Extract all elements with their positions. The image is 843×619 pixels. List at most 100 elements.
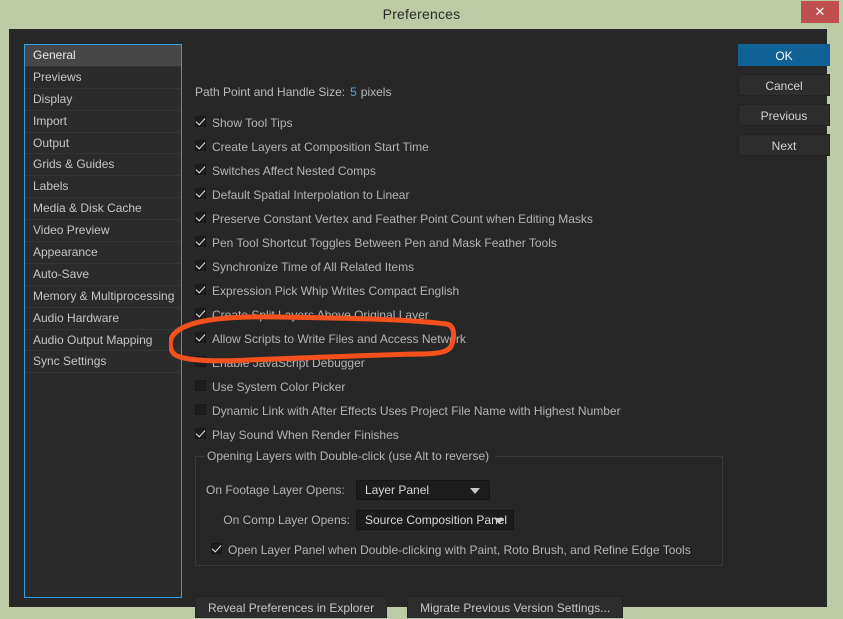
checkbox-row[interactable]: Create Split Layers Above Original Layer xyxy=(192,306,728,330)
sidebar-item-label: General xyxy=(33,48,76,62)
path-size-label: Path Point and Handle Size: xyxy=(195,85,346,99)
cancel-button[interactable]: Cancel xyxy=(738,74,830,96)
sidebar-item-output[interactable]: Output xyxy=(25,133,181,155)
sidebar-item-display[interactable]: Display xyxy=(25,89,181,111)
sidebar-item-labels[interactable]: Labels xyxy=(25,176,181,199)
checkbox-use-system-color-picker[interactable] xyxy=(195,380,206,392)
checkbox-row[interactable]: Allow Scripts to Write Files and Access … xyxy=(192,330,728,354)
checkbox-label: Use System Color Picker xyxy=(212,379,346,394)
sidebar-item-media-disk-cache[interactable]: Media & Disk Cache xyxy=(25,198,181,221)
checkbox-row[interactable]: Preserve Constant Vertex and Feather Poi… xyxy=(192,210,728,234)
checkbox-synchronize-time-of-all-related-items[interactable] xyxy=(195,260,206,272)
open-layer-panel-row[interactable]: Open Layer Panel when Double-clicking wi… xyxy=(208,541,691,559)
checkbox-switches-affect-nested-comps[interactable] xyxy=(195,164,206,176)
on-footage-layer-dropdown[interactable]: Layer Panel xyxy=(356,480,490,500)
checkbox-row[interactable]: Enable JavaScript Debugger xyxy=(192,354,728,378)
checkbox-label: Create Split Layers Above Original Layer xyxy=(212,307,429,322)
sidebar-item-memory-multiprocessing[interactable]: Memory & Multiprocessing xyxy=(25,286,181,308)
sidebar-item-sync-settings[interactable]: Sync Settings xyxy=(25,351,181,374)
checkbox-row[interactable]: Synchronize Time of All Related Items xyxy=(192,258,728,282)
dialog-buttons: OK Cancel Previous Next xyxy=(738,44,830,164)
checkbox-label: Expression Pick Whip Writes Compact Engl… xyxy=(212,283,460,298)
checkbox-pen-tool-shortcut-toggles-between-pen-and-mask-feather-tools[interactable] xyxy=(195,236,206,248)
opening-layers-group: Opening Layers with Double-click (use Al… xyxy=(195,449,723,566)
open-layer-panel-checkbox[interactable] xyxy=(211,543,222,555)
checkbox-row[interactable]: Default Spatial Interpolation to Linear xyxy=(192,186,728,210)
chevron-down-icon xyxy=(494,518,504,524)
sidebar-item-audio-output-mapping[interactable]: Audio Output Mapping xyxy=(25,330,181,352)
button-migrate-previous-version-settings[interactable]: Migrate Previous Version Settings... xyxy=(407,596,624,618)
button-reveal-preferences-in-explorer[interactable]: Reveal Preferences in Explorer xyxy=(195,596,388,618)
on-footage-layer-row: On Footage Layer Opens: Layer Panel xyxy=(206,480,490,500)
title-bar: Preferences ✕ xyxy=(0,0,843,29)
checkbox-label: Allow Scripts to Write Files and Access … xyxy=(212,331,466,346)
opening-layers-legend: Opening Layers with Double-click (use Al… xyxy=(204,449,496,463)
next-button[interactable]: Next xyxy=(738,134,830,156)
checkbox-label: Synchronize Time of All Related Items xyxy=(212,259,415,274)
checkbox-row[interactable]: Expression Pick Whip Writes Compact Engl… xyxy=(192,282,728,306)
checkbox-allow-scripts-to-write-files-and-access-network[interactable] xyxy=(195,332,206,344)
checkbox-row[interactable]: Pen Tool Shortcut Toggles Between Pen an… xyxy=(192,234,728,258)
sidebar-item-label: Import xyxy=(33,113,68,128)
sidebar-item-label: Sync Settings xyxy=(33,354,107,369)
path-size-unit: pixels xyxy=(360,85,392,99)
sidebar-item-label: Video Preview xyxy=(33,223,110,238)
on-comp-layer-dropdown[interactable]: Source Composition Panel xyxy=(356,510,514,530)
on-comp-layer-row: On Comp Layer Opens: Source Composition P… xyxy=(206,510,514,530)
path-size-value[interactable]: 5 xyxy=(350,85,357,99)
path-point-handle-size-row: Path Point and Handle Size: 5 pixels xyxy=(195,85,391,99)
checkbox-row[interactable]: Dynamic Link with After Effects Uses Pro… xyxy=(192,402,728,426)
checkbox-show-tool-tips[interactable] xyxy=(195,116,206,128)
checkbox-row[interactable]: Switches Affect Nested Comps xyxy=(192,162,728,186)
sidebar-item-grids-guides[interactable]: Grids & Guides xyxy=(25,154,181,177)
checkbox-expression-pick-whip-writes-compact-english[interactable] xyxy=(195,284,206,296)
on-footage-layer-label: On Footage Layer Opens: xyxy=(206,483,345,497)
checkbox-dynamic-link-with-after-effects-uses-project-file-name-with-highest-number[interactable] xyxy=(195,404,206,416)
preferences-dialog-window: Preferences ✕ General Previews Display Impo… xyxy=(0,0,843,619)
sidebar-item-label: Media & Disk Cache xyxy=(33,201,142,216)
close-icon[interactable]: ✕ xyxy=(801,1,839,23)
window-title: Preferences xyxy=(382,6,461,22)
checkbox-enable-javascript-debugger[interactable] xyxy=(195,356,206,368)
checkbox-label: Enable JavaScript Debugger xyxy=(212,355,365,370)
checkbox-label: Dynamic Link with After Effects Uses Pro… xyxy=(212,403,621,418)
chevron-down-icon xyxy=(470,488,480,494)
on-comp-layer-label: On Comp Layer Opens: xyxy=(223,513,350,527)
sidebar-item-label: Previews xyxy=(33,69,82,84)
checkbox-create-split-layers-above-original-layer[interactable] xyxy=(195,308,206,320)
ok-button[interactable]: OK xyxy=(738,44,830,66)
sidebar-item-general[interactable]: General xyxy=(25,45,181,67)
sidebar-item-label: Auto-Save xyxy=(33,266,90,281)
sidebar-item-import[interactable]: Import xyxy=(25,111,181,133)
checkbox-row[interactable]: Show Tool Tips xyxy=(192,114,728,138)
checkbox-row[interactable]: Create Layers at Composition Start Time xyxy=(192,138,728,162)
sidebar-item-appearance[interactable]: Appearance xyxy=(25,242,181,264)
checkbox-label: Switches Affect Nested Comps xyxy=(212,163,376,178)
preference-checkbox-list: Show Tool Tips Create Layers at Compositi… xyxy=(192,114,728,450)
open-layer-panel-label: Open Layer Panel when Double-clicking wi… xyxy=(228,542,691,557)
on-comp-layer-value: Source Composition Panel xyxy=(365,513,508,527)
sidebar-item-label: Display xyxy=(33,91,73,106)
checkbox-create-layers-at-composition-start-time[interactable] xyxy=(195,140,206,152)
checkbox-default-spatial-interpolation-to-linear[interactable] xyxy=(195,188,206,200)
sidebar-item-label: Grids & Guides xyxy=(33,157,115,172)
sidebar-item-video-preview[interactable]: Video Preview xyxy=(25,220,181,243)
preferences-category-list[interactable]: General Previews Display Import Output Grids … xyxy=(24,44,182,598)
preferences-action-buttons: Reveal Preferences in Explorer Migrate Pr… xyxy=(195,596,624,618)
sidebar-item-previews[interactable]: Previews xyxy=(25,67,181,89)
dialog-body: General Previews Display Import Output Grids … xyxy=(9,29,830,618)
checkbox-row[interactable]: Play Sound When Render Finishes xyxy=(192,426,728,450)
checkbox-row[interactable]: Use System Color Picker xyxy=(192,378,728,402)
on-footage-layer-value: Layer Panel xyxy=(365,483,430,497)
sidebar-item-label: Audio Hardware xyxy=(33,310,120,325)
checkbox-label: Preserve Constant Vertex and Feather Poi… xyxy=(212,211,593,226)
sidebar-item-label: Output xyxy=(33,135,70,150)
sidebar-item-auto-save[interactable]: Auto-Save xyxy=(25,264,181,286)
previous-button[interactable]: Previous xyxy=(738,104,830,126)
checkbox-label: Play Sound When Render Finishes xyxy=(212,427,399,442)
checkbox-label: Create Layers at Composition Start Time xyxy=(212,139,429,154)
checkbox-play-sound-when-render-finishes[interactable] xyxy=(195,428,206,440)
sidebar-item-audio-hardware[interactable]: Audio Hardware xyxy=(25,308,181,330)
checkbox-preserve-constant-vertex-and-feather-point-count-when-editing-masks[interactable] xyxy=(195,212,206,224)
checkbox-label: Pen Tool Shortcut Toggles Between Pen an… xyxy=(212,235,557,250)
